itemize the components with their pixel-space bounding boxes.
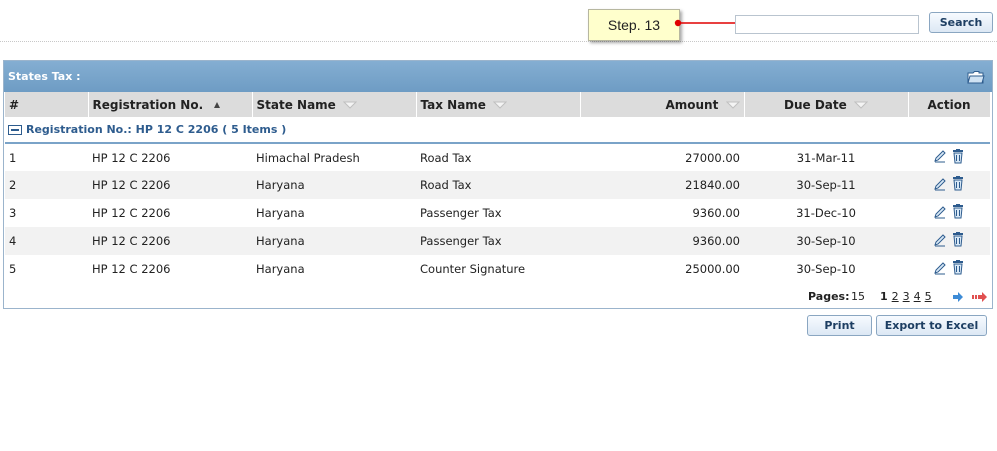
search-button[interactable]: Search — [929, 12, 993, 33]
action-cell — [908, 227, 990, 255]
column-header-registration[interactable]: Registration No. — [88, 92, 253, 117]
edit-icon[interactable] — [933, 261, 947, 278]
states-tax-table: # Registration No. State Name Tax Name A… — [5, 92, 991, 283]
table-row[interactable]: 5 HP 12 C 2206 Haryana Counter Signature 250… — [5, 255, 990, 283]
table-row[interactable]: 4 HP 12 C 2206 Haryana Passenger Tax 9360.00… — [5, 227, 990, 255]
group-header: Registration No.: HP 12 C 2206 ( 5 Items… — [5, 117, 990, 144]
delete-icon[interactable] — [951, 204, 965, 222]
page-link[interactable]: 1 — [880, 290, 888, 303]
edit-icon[interactable] — [933, 205, 947, 222]
due-date-cell: 30-Sep-10 — [796, 262, 856, 276]
sort-icon — [853, 101, 868, 109]
next-page-icon[interactable] — [952, 292, 964, 302]
table-row[interactable]: 1 HP 12 C 2206 Himachal Pradesh Road Tax 270… — [5, 143, 990, 171]
search-button-label: Search — [939, 16, 983, 29]
group-label: Registration No.: HP 12 C 2206 ( 5 Items… — [26, 123, 287, 136]
row-number: 2 — [5, 171, 88, 199]
pager: Pages: 15 12345 — [4, 286, 992, 306]
row-number: 3 — [9, 206, 17, 220]
sort-ascending-icon — [214, 102, 221, 108]
tax-name-cell: Road Tax — [420, 150, 472, 165]
state-cell: Haryana — [256, 262, 305, 276]
edit-icon[interactable] — [933, 177, 947, 194]
group-row: Registration No.: HP 12 C 2206 ( 5 Items… — [5, 117, 990, 144]
folder-icon[interactable] — [967, 70, 985, 84]
last-page-icon[interactable] — [972, 292, 988, 302]
state-cell: Haryana — [252, 171, 416, 199]
tax-name-cell: Road Tax — [416, 171, 580, 199]
edit-icon[interactable] — [933, 149, 947, 166]
print-button-label: Print — [824, 319, 855, 332]
action-cell — [908, 143, 990, 171]
registration-cell: HP 12 C 2206 — [92, 150, 171, 165]
page-link[interactable]: 4 — [914, 290, 921, 303]
due-date-cell: 30-Sep-11 — [744, 171, 908, 199]
page-link[interactable]: 2 — [892, 290, 899, 303]
registration-cell: HP 12 C 2206 — [88, 227, 252, 255]
pager-pages: 12345 — [880, 290, 932, 303]
due-date-cell: 31-Dec-10 — [796, 206, 856, 220]
panel-title: States Tax : — [8, 70, 81, 83]
tax-name-cell: Counter Signature — [420, 262, 526, 276]
registration-cell: HP 12 C 2206 — [92, 262, 171, 276]
registration-cell: HP 12 C 2206 — [88, 171, 252, 199]
column-header-tax[interactable]: Tax Name — [416, 92, 581, 117]
collapse-group-icon[interactable] — [8, 125, 22, 135]
edit-icon[interactable] — [933, 233, 947, 250]
page-link[interactable]: 5 — [925, 290, 932, 303]
pager-label: Pages: — [808, 290, 850, 303]
amount-cell: 21840.00 — [580, 171, 744, 199]
action-cell — [908, 199, 990, 227]
amount-cell: 9360.00 — [580, 227, 744, 255]
print-button[interactable]: Print — [807, 315, 872, 336]
search-input[interactable] — [735, 15, 919, 34]
row-number: 1 — [9, 150, 17, 165]
step-label: Step. 13 — [607, 17, 661, 33]
row-number: 4 — [5, 227, 88, 255]
top-toolbar: Step. 13 Search — [0, 0, 997, 42]
state-cell: Haryana — [256, 206, 305, 220]
delete-icon[interactable] — [951, 176, 965, 194]
state-cell: Haryana — [252, 227, 416, 255]
row-number: 5 — [9, 262, 17, 276]
export-button-label: Export to Excel — [884, 319, 979, 332]
delete-icon[interactable] — [951, 260, 965, 278]
amount-cell: 27000.00 — [685, 150, 740, 165]
panel-header: States Tax : — [4, 61, 992, 92]
due-date-cell: 31-Mar-11 — [796, 150, 856, 165]
tax-name-cell: Passenger Tax — [420, 206, 502, 220]
column-header-action: Action — [908, 92, 991, 117]
due-date-cell: 30-Sep-10 — [744, 227, 908, 255]
action-cell — [908, 255, 990, 283]
sort-icon — [725, 101, 740, 109]
sort-icon — [493, 101, 508, 109]
table-row[interactable]: 3 HP 12 C 2206 Haryana Passenger Tax 9360.00… — [5, 199, 990, 227]
export-excel-button[interactable]: Export to Excel — [876, 315, 987, 336]
states-tax-panel: States Tax : # Registration No. State Na… — [3, 60, 993, 309]
delete-icon[interactable] — [951, 148, 965, 167]
action-cell — [908, 171, 990, 199]
amount-cell: 9360.00 — [692, 206, 740, 220]
tax-name-cell: Passenger Tax — [416, 227, 580, 255]
sort-icon — [343, 101, 357, 109]
column-header-number[interactable]: # — [5, 92, 89, 117]
column-header-state[interactable]: State Name — [252, 92, 417, 117]
column-header-due-date[interactable]: Due Date — [744, 92, 909, 117]
table-header-row: # Registration No. State Name Tax Name A… — [5, 92, 991, 117]
column-header-amount[interactable]: Amount — [580, 92, 745, 117]
pager-count: 15 — [851, 290, 865, 303]
table-row[interactable]: 2 HP 12 C 2206 Haryana Road Tax 21840.00 30-S… — [5, 171, 990, 199]
registration-cell: HP 12 C 2206 — [92, 206, 171, 220]
step-callout: Step. 13 — [588, 9, 680, 41]
page-link[interactable]: 3 — [903, 290, 910, 303]
amount-cell: 25000.00 — [685, 262, 740, 276]
state-cell: Himachal Pradesh — [256, 150, 360, 165]
delete-icon[interactable] — [951, 232, 965, 250]
